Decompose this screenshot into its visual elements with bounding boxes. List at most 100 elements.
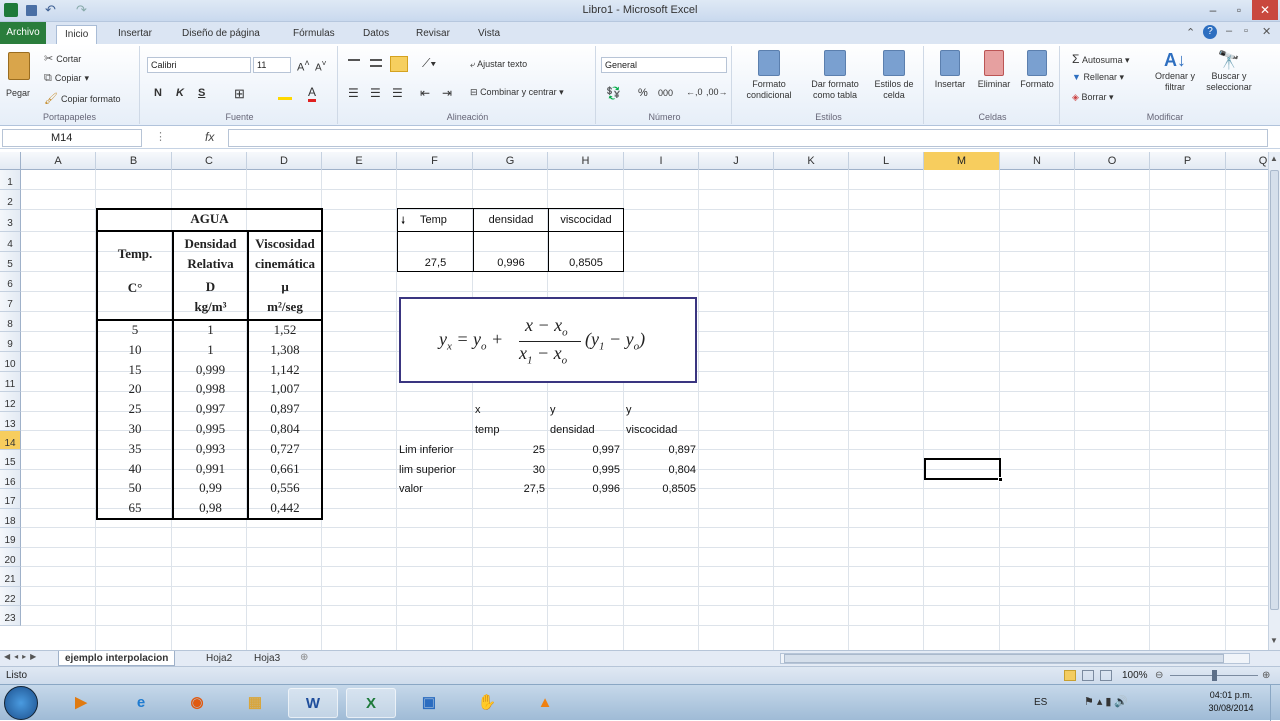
row-header[interactable]: 16 xyxy=(0,470,21,489)
close-icon[interactable]: ✕ xyxy=(1252,0,1278,20)
font-size-select[interactable]: 11 xyxy=(253,57,291,73)
bold-button[interactable]: N xyxy=(154,87,162,99)
paste-button[interactable]: Pegar xyxy=(4,50,36,102)
zoom-level[interactable]: 100% xyxy=(1122,667,1148,684)
zoom-slider-thumb[interactable] xyxy=(1212,670,1217,681)
increase-decimal-icon[interactable]: ←,0 xyxy=(686,87,703,97)
interpolation-formula[interactable]: yx = yo + x − xo x1 − xo (y1 − yo) xyxy=(399,297,697,383)
internet-explorer-icon[interactable]: e xyxy=(116,688,166,718)
row-header[interactable]: 5 xyxy=(0,252,21,272)
row-header[interactable]: 17 xyxy=(0,489,21,509)
tab-formulas[interactable]: Fórmulas xyxy=(285,25,343,44)
row-header[interactable]: 13 xyxy=(0,412,21,431)
excel-icon[interactable]: X xyxy=(346,688,396,718)
start-button[interactable] xyxy=(4,686,38,720)
autosum-button[interactable]: Σ Autosuma ▾ xyxy=(1072,52,1130,66)
vertical-scrollbar[interactable]: ▲ ▼ xyxy=(1268,152,1280,650)
borders-icon[interactable]: ⊞ xyxy=(234,86,245,102)
hscroll-thumb[interactable] xyxy=(784,654,1224,663)
row-header[interactable]: 23 xyxy=(0,606,21,626)
cell-styles-button[interactable]: Estilos de celda xyxy=(868,50,920,101)
insert-cells-button[interactable]: Insertar xyxy=(928,50,972,89)
sheet-tab-ejemplo[interactable]: ejemplo interpolacion xyxy=(58,651,176,666)
align-left-icon[interactable]: ☰ xyxy=(348,86,359,100)
workbook-minimize-icon[interactable]: – xyxy=(1226,25,1232,37)
row-header[interactable]: 21 xyxy=(0,567,21,587)
help-icon[interactable]: ? xyxy=(1203,25,1217,39)
row-header[interactable]: 12 xyxy=(0,392,21,412)
decrease-decimal-icon[interactable]: ,00→ xyxy=(706,87,728,97)
cut-button[interactable]: ✂ Cortar xyxy=(44,52,81,65)
sort-filter-button[interactable]: A↓ Ordenar y filtrar xyxy=(1150,50,1200,93)
row-header[interactable]: 9 xyxy=(0,332,21,352)
scroll-thumb[interactable] xyxy=(1270,170,1279,610)
currency-icon[interactable]: 💱 xyxy=(606,86,621,100)
clear-button[interactable]: ◈ Borrar ▾ xyxy=(1072,92,1113,103)
horizontal-scrollbar[interactable] xyxy=(780,653,1250,664)
font-name-select[interactable]: Calibri xyxy=(147,57,251,73)
row-header[interactable]: 10 xyxy=(0,352,21,372)
vlc-icon[interactable]: ▲ xyxy=(520,688,570,718)
tab-revisar[interactable]: Revisar xyxy=(408,25,458,44)
conditional-format-button[interactable]: Formato condicional xyxy=(738,50,800,101)
tab-archivo[interactable]: Archivo xyxy=(0,22,46,44)
zoom-out-icon[interactable]: ⊖ xyxy=(1155,667,1163,684)
row-header[interactable]: 14 xyxy=(0,431,21,450)
tab-datos[interactable]: Datos xyxy=(355,25,397,44)
grow-font-icon[interactable]: A˄ xyxy=(297,58,310,74)
clock-date[interactable]: 30/08/2014 xyxy=(1196,703,1266,713)
align-center-icon[interactable]: ☰ xyxy=(370,86,381,100)
explorer-icon[interactable]: ▦ xyxy=(230,688,280,718)
find-select-button[interactable]: 🔭 Buscar y seleccionar xyxy=(1200,50,1258,93)
tray-icons[interactable]: ⚑▴▮🔊 xyxy=(1084,695,1131,708)
row-header[interactable]: 20 xyxy=(0,548,21,567)
tab-inicio[interactable]: Inicio xyxy=(56,25,98,44)
new-sheet-icon[interactable]: ⊕ xyxy=(300,652,308,663)
row-header[interactable]: 6 xyxy=(0,272,21,292)
insert-function-icon[interactable]: fx xyxy=(205,130,214,144)
page-layout-icon[interactable] xyxy=(1082,670,1094,681)
show-desktop-button[interactable] xyxy=(1270,685,1280,721)
row-header[interactable]: 11 xyxy=(0,372,21,392)
worksheet[interactable]: ABCDEFGHIJKLMNOPQ 1 2 3 4 5 6 7 8 9 10 11 12 13 14 15 1… xyxy=(0,152,1268,650)
row-header[interactable]: 1 xyxy=(0,170,21,190)
game-icon[interactable]: ✋ xyxy=(462,688,512,718)
name-box[interactable]: M14 xyxy=(2,129,142,147)
row-header[interactable]: 3 xyxy=(0,210,21,232)
align-top-icon[interactable] xyxy=(348,59,360,67)
workbook-close-icon[interactable]: ✕ xyxy=(1262,25,1271,38)
scroll-up-icon[interactable]: ▲ xyxy=(1270,154,1278,163)
firefox-icon[interactable]: ◉ xyxy=(172,688,222,718)
shrink-font-icon[interactable]: A˅ xyxy=(315,58,327,73)
selected-cell[interactable] xyxy=(924,458,1003,482)
percent-button[interactable]: % xyxy=(638,87,648,99)
font-color-icon[interactable]: A xyxy=(308,85,317,102)
orientation-icon[interactable]: ⟋▾ xyxy=(422,56,436,71)
row-header[interactable]: 22 xyxy=(0,587,21,606)
row-header[interactable]: 18 xyxy=(0,509,21,528)
format-as-table-button[interactable]: Dar formato como tabla xyxy=(804,50,866,101)
media-player-icon[interactable]: ▶ xyxy=(56,688,106,718)
align-middle-icon[interactable] xyxy=(370,59,382,67)
scroll-down-icon[interactable]: ▼ xyxy=(1270,636,1278,645)
fill-handle[interactable] xyxy=(998,477,1003,482)
indent-increase-icon[interactable]: ⇥ xyxy=(442,86,452,100)
formula-input[interactable] xyxy=(228,129,1268,147)
fill-color-icon[interactable] xyxy=(278,88,292,100)
wrap-text-button[interactable]: ⤶ Ajustar texto xyxy=(470,59,527,70)
normal-view-icon[interactable] xyxy=(1064,670,1076,681)
remote-desktop-icon[interactable]: ▣ xyxy=(404,688,454,718)
minimize-ribbon-icon[interactable]: ⌃ xyxy=(1186,26,1195,39)
minimize-icon[interactable]: – xyxy=(1200,0,1226,20)
word-icon[interactable]: W xyxy=(288,688,338,718)
row-header[interactable]: 7 xyxy=(0,292,21,312)
row-header[interactable]: 2 xyxy=(0,190,21,210)
sheet-nav-icons[interactable]: ◀◂▸▶ xyxy=(4,652,40,661)
format-painter-button[interactable]: 🖌 Copiar formato xyxy=(44,92,121,105)
format-cells-button[interactable]: Formato xyxy=(1016,50,1058,89)
merge-center-button[interactable]: ⊟ Combinar y centrar ▾ xyxy=(470,87,564,98)
tab-diseno[interactable]: Diseño de página xyxy=(174,25,268,44)
align-right-icon[interactable]: ☰ xyxy=(392,86,403,100)
zoom-slider[interactable] xyxy=(1170,670,1258,681)
fill-button[interactable]: ▼ Rellenar ▾ xyxy=(1072,72,1124,83)
